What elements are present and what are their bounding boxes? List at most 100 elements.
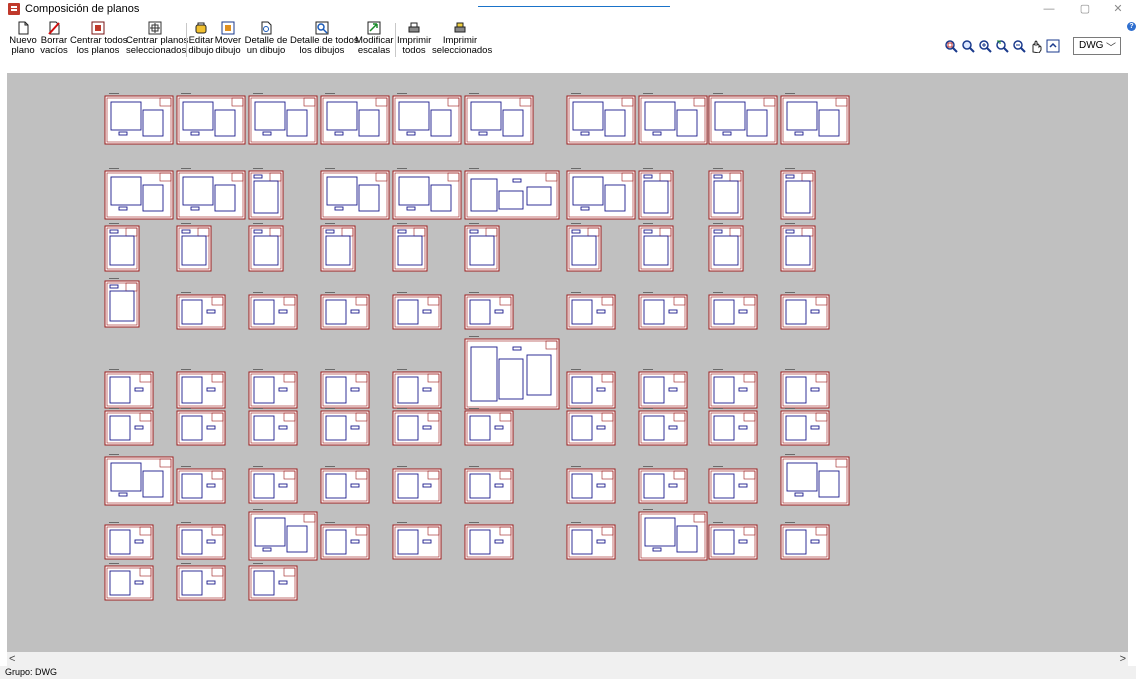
zoom-in-icon[interactable] (978, 39, 992, 53)
new-sheet-button[interactable]: Nuevo plano (8, 19, 38, 63)
sheet-thumbnail[interactable] (780, 522, 830, 560)
sheet-thumbnail[interactable] (638, 168, 674, 220)
sheet-thumbnail[interactable] (104, 408, 154, 446)
sheet-thumbnail[interactable] (464, 522, 514, 560)
sheet-thumbnail[interactable] (780, 369, 830, 409)
refresh-view-icon[interactable] (1046, 39, 1060, 53)
sheet-thumbnail[interactable] (320, 522, 370, 560)
sheet-thumbnail[interactable] (104, 93, 174, 145)
scroll-left-arrow[interactable]: < (9, 652, 21, 666)
sheet-thumbnail[interactable] (566, 93, 636, 145)
sheet-thumbnail[interactable] (638, 408, 688, 446)
sheet-thumbnail[interactable] (566, 522, 616, 560)
sheet-thumbnail[interactable] (392, 408, 442, 446)
zoom-previous-icon[interactable] (995, 39, 1009, 53)
sheet-thumbnail[interactable] (638, 93, 708, 145)
sheet-thumbnail[interactable] (566, 369, 616, 409)
sheet-thumbnail[interactable] (104, 522, 154, 560)
sheet-thumbnail[interactable] (780, 223, 816, 272)
sheet-thumbnail[interactable] (566, 168, 636, 220)
sheet-thumbnail[interactable] (708, 522, 758, 560)
sheet-thumbnail[interactable] (104, 223, 140, 272)
sheet-thumbnail[interactable] (780, 292, 830, 330)
sheet-thumbnail[interactable] (780, 408, 830, 446)
sheet-thumbnail[interactable] (248, 369, 298, 409)
sheet-thumbnail[interactable] (176, 93, 246, 145)
sheet-thumbnail[interactable] (566, 408, 616, 446)
modify-scales-button[interactable]: Modificar escalas (355, 19, 394, 63)
delete-empty-button[interactable]: Borrar vacíos (39, 19, 69, 63)
sheet-thumbnail[interactable] (320, 369, 370, 409)
scroll-track[interactable] (23, 652, 1112, 666)
sheet-thumbnail[interactable] (708, 93, 778, 145)
sheet-thumbnail[interactable] (464, 336, 560, 410)
scroll-right-arrow[interactable]: > (1114, 652, 1126, 666)
sheet-thumbnail[interactable] (248, 466, 298, 504)
sheet-thumbnail[interactable] (248, 223, 284, 272)
sheet-thumbnail[interactable] (392, 522, 442, 560)
sheet-thumbnail[interactable] (780, 454, 850, 506)
sheet-thumbnail[interactable] (104, 369, 154, 409)
sheet-thumbnail[interactable] (320, 93, 390, 145)
sheet-thumbnail[interactable] (392, 93, 462, 145)
center-selected-button[interactable]: Centrar planos seleccionados (126, 19, 188, 63)
sheet-thumbnail[interactable] (708, 292, 758, 330)
sheet-thumbnail[interactable] (392, 466, 442, 504)
sheet-thumbnail[interactable] (638, 292, 688, 330)
sheet-thumbnail[interactable] (176, 466, 226, 504)
sheet-thumbnail[interactable] (104, 278, 140, 328)
sheet-thumbnail[interactable] (248, 408, 298, 446)
sheet-thumbnail[interactable] (392, 292, 442, 330)
help-icon[interactable]: ? (1127, 22, 1136, 31)
group-select[interactable]: DWG ﹀ (1073, 37, 1121, 55)
sheet-thumbnail[interactable] (392, 223, 428, 272)
sheet-thumbnail[interactable] (566, 223, 602, 272)
sheet-thumbnail[interactable] (708, 168, 744, 220)
sheet-thumbnail[interactable] (464, 466, 514, 504)
sheet-thumbnail[interactable] (176, 522, 226, 560)
zoom-extents-icon[interactable] (961, 39, 975, 53)
sheet-canvas[interactable] (7, 73, 1128, 652)
sheet-thumbnail[interactable] (708, 223, 744, 272)
sheet-thumbnail[interactable] (248, 168, 284, 220)
sheet-thumbnail[interactable] (104, 454, 174, 506)
sheet-thumbnail[interactable] (176, 223, 212, 272)
sheet-thumbnail[interactable] (464, 292, 514, 330)
minimize-button[interactable]: — (1034, 2, 1064, 17)
sheet-thumbnail[interactable] (176, 408, 226, 446)
horizontal-scrollbar[interactable]: < > (7, 652, 1128, 666)
sheet-thumbnail[interactable] (248, 292, 298, 330)
sheet-thumbnail[interactable] (780, 168, 816, 220)
move-drawing-button[interactable]: Mover dibujo (214, 19, 242, 63)
sheet-thumbnail[interactable] (708, 466, 758, 504)
edit-drawing-button[interactable]: Editar dibujo (188, 19, 214, 63)
sheet-thumbnail[interactable] (708, 369, 758, 409)
print-selected-button[interactable]: Imprimir seleccionados (432, 19, 492, 63)
sheet-thumbnail[interactable] (248, 563, 298, 601)
sheet-thumbnail[interactable] (638, 223, 674, 272)
close-button[interactable]: ✕ (1103, 2, 1133, 17)
all-drawings-detail-button[interactable]: Detalle de todos los dibujos (290, 19, 359, 63)
sheet-thumbnail[interactable] (320, 223, 356, 272)
sheet-thumbnail[interactable] (566, 466, 616, 504)
sheet-thumbnail[interactable] (566, 292, 616, 330)
sheet-thumbnail[interactable] (320, 408, 370, 446)
sheet-thumbnail[interactable] (638, 466, 688, 504)
maximize-button[interactable]: ▢ (1070, 2, 1100, 17)
sheet-thumbnail[interactable] (248, 93, 318, 145)
sheet-thumbnail[interactable] (320, 466, 370, 504)
sheet-thumbnail[interactable] (464, 223, 500, 272)
print-all-button[interactable]: Imprimir todos (397, 19, 431, 63)
center-all-button[interactable]: Centrar todos los planos (70, 19, 128, 63)
sheet-thumbnail[interactable] (464, 93, 534, 145)
sheet-thumbnail[interactable] (176, 292, 226, 330)
sheet-thumbnail[interactable] (248, 509, 318, 561)
sheet-thumbnail[interactable] (638, 369, 688, 409)
sheet-thumbnail[interactable] (464, 408, 514, 446)
sheet-thumbnail[interactable] (320, 292, 370, 330)
sheet-thumbnail[interactable] (392, 168, 462, 220)
sheet-thumbnail[interactable] (176, 563, 226, 601)
zoom-out-icon[interactable] (1012, 39, 1026, 53)
sheet-thumbnail[interactable] (638, 509, 708, 561)
sheet-thumbnail[interactable] (780, 93, 850, 145)
